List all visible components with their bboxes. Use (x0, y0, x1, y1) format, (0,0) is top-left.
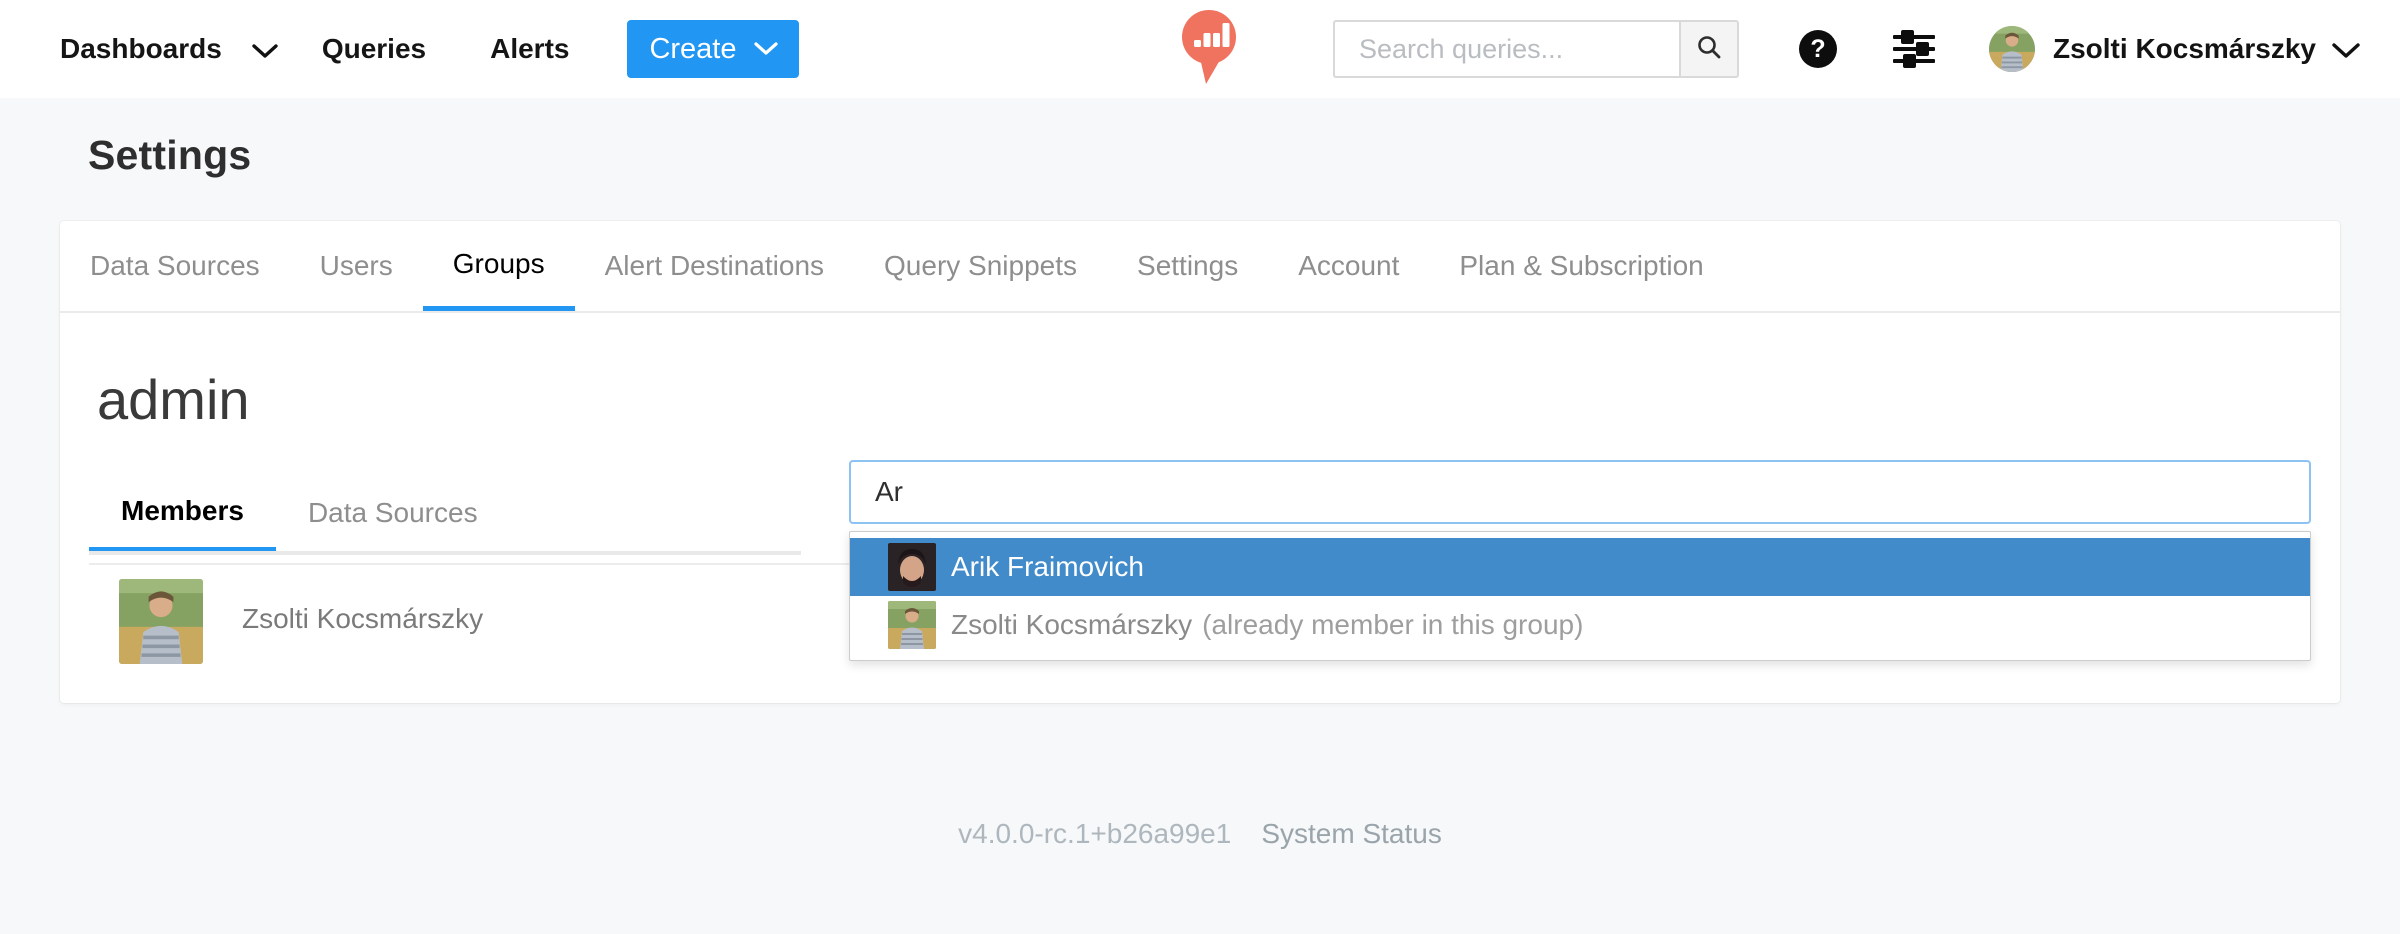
suggestion-name: Zsolti Kocsmárszky (951, 609, 1193, 640)
suggestion-option[interactable]: Arik Fraimovich (850, 538, 2310, 596)
tab-groups[interactable]: Groups (422, 221, 575, 311)
subtab-members[interactable]: Members (89, 475, 276, 551)
help-icon[interactable] (1799, 30, 1837, 68)
user-avatar[interactable] (1989, 26, 2035, 72)
search-icon (1695, 33, 1723, 66)
page-title: Settings (88, 132, 252, 178)
redash-logo-icon[interactable] (1182, 10, 1236, 90)
tab-account[interactable]: Account (1268, 221, 1429, 311)
suggestion-avatar (888, 601, 936, 649)
nav-item-alerts-label: Alerts (490, 33, 570, 64)
create-button-label: Create (649, 32, 737, 65)
tab-alert-destinations[interactable]: Alert Destinations (575, 221, 854, 311)
query-search (1333, 20, 1739, 78)
chevron-down-icon[interactable] (252, 43, 278, 59)
nav-item-dashboards[interactable]: Dashboards (60, 33, 222, 65)
tab-settings[interactable]: Settings (1107, 221, 1268, 311)
settings-tabs: Data Sources Users Groups Alert Destinat… (60, 221, 2340, 313)
group-subtabs: Members Data Sources (89, 475, 801, 555)
navbar: Dashboards Queries Alerts Create Search … (0, 0, 2400, 98)
system-status-link[interactable]: System Status (1261, 818, 1442, 850)
chevron-down-icon (753, 42, 778, 56)
chevron-down-icon[interactable] (2332, 43, 2360, 59)
nav-item-alerts[interactable]: Alerts (490, 33, 569, 65)
suggestion-avatar (888, 543, 936, 591)
nav-item-dashboards-label: Dashboards (60, 33, 222, 64)
settings-card: Data Sources Users Groups Alert Destinat… (60, 221, 2340, 703)
search-input[interactable] (1333, 20, 1679, 78)
footer: v4.0.0-rc.1+b26a99e1 System Status (0, 818, 2400, 850)
navbar-right-group: Zsolti Kocsmárszky (1333, 20, 2360, 78)
suggestion-option[interactable]: Zsolti Kocsmárszky (already member in th… (850, 596, 2310, 654)
create-button[interactable]: Create (627, 20, 800, 78)
suggestion-name: Arik Fraimovich (951, 551, 1144, 582)
subtab-data-sources[interactable]: Data Sources (276, 475, 510, 551)
group-title: admin (97, 368, 250, 431)
tab-data-sources[interactable]: Data Sources (60, 221, 290, 311)
member-name: Zsolti Kocsmárszky (242, 603, 484, 634)
search-button[interactable] (1679, 20, 1739, 78)
member-avatar (119, 579, 203, 664)
nav-item-queries[interactable]: Queries (322, 33, 426, 65)
user-name[interactable]: Zsolti Kocsmárszky (2053, 33, 2316, 65)
suggestion-note: (already member in this group) (1202, 609, 1584, 640)
tab-plan-subscription[interactable]: Plan & Subscription (1429, 221, 1733, 311)
settings-sliders-icon[interactable] (1891, 27, 1937, 71)
member-suggestions-dropdown: Arik Fraimovich Zsolti Kocsmárszky (alre… (849, 531, 2311, 661)
footer-version: v4.0.0-rc.1+b26a99e1 (958, 818, 1232, 849)
nav-item-queries-label: Queries (321, 33, 427, 64)
group-detail: admin Members Data Sources Zsolti Kocsmá… (60, 313, 2340, 701)
add-member-input[interactable] (849, 460, 2311, 524)
tab-users[interactable]: Users (290, 221, 423, 311)
tab-query-snippets[interactable]: Query Snippets (854, 221, 1107, 311)
